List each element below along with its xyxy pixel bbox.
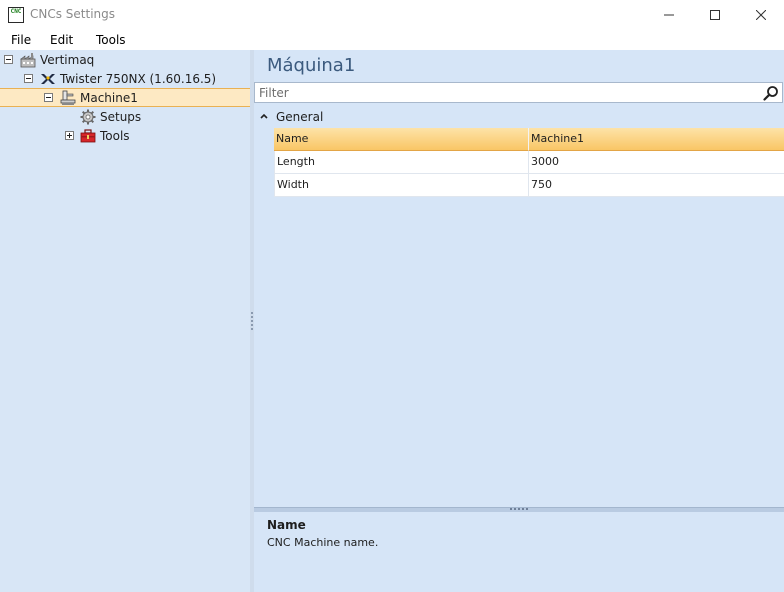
splitter-grip-icon bbox=[510, 508, 528, 511]
filter-input[interactable] bbox=[259, 85, 754, 100]
gear-icon bbox=[80, 109, 96, 125]
grid-row-name[interactable]: Name Machine1 bbox=[254, 128, 784, 151]
close-icon bbox=[756, 10, 766, 20]
collapse-icon[interactable] bbox=[4, 55, 13, 64]
filter-box bbox=[254, 82, 783, 103]
menu-edit[interactable]: Edit bbox=[50, 33, 73, 47]
page-title: Máquina1 bbox=[267, 55, 356, 76]
tree-item-vertimaq[interactable]: Vertimaq bbox=[0, 51, 250, 70]
grid-row-width[interactable]: Width 750 bbox=[254, 174, 784, 197]
machine-icon bbox=[60, 90, 76, 105]
tree-item-label: Setups bbox=[100, 110, 142, 124]
window-title: CNCs Settings bbox=[30, 7, 116, 21]
property-name-cell: Name bbox=[274, 128, 529, 151]
tree-panel: Vertimaq Twister 750NX (1.60.16.5) Machi… bbox=[0, 50, 250, 592]
category-general[interactable]: General bbox=[254, 106, 784, 128]
tree-item-tools[interactable]: Tools bbox=[0, 127, 250, 146]
factory-icon bbox=[20, 53, 36, 68]
toolbox-icon bbox=[80, 129, 96, 143]
row-gutter bbox=[254, 151, 274, 174]
title-bar: CNC CNCs Settings bbox=[0, 0, 784, 30]
tree-item-label: Vertimaq bbox=[40, 53, 95, 67]
cnc-brand-icon bbox=[41, 74, 55, 84]
menu-tools[interactable]: Tools bbox=[96, 33, 126, 47]
splitter-grip-icon bbox=[251, 312, 253, 330]
row-gutter bbox=[254, 174, 274, 197]
tree-item-machine1[interactable]: Machine1 bbox=[0, 88, 250, 107]
chevron-up-icon[interactable] bbox=[259, 111, 269, 121]
help-title: Name bbox=[267, 518, 306, 532]
expand-icon[interactable] bbox=[65, 131, 74, 140]
row-gutter bbox=[254, 128, 274, 151]
minimize-icon bbox=[664, 14, 674, 16]
menu-bar: File Edit Tools bbox=[0, 30, 784, 50]
tree-item-label: Twister 750NX (1.60.16.5) bbox=[60, 72, 217, 86]
collapse-icon[interactable] bbox=[24, 74, 33, 83]
app-icon-text: CNC bbox=[10, 8, 22, 15]
property-name-cell: Length bbox=[274, 151, 529, 174]
property-value-cell[interactable]: 3000 bbox=[529, 151, 784, 174]
minimize-button[interactable] bbox=[646, 0, 692, 30]
collapse-icon[interactable] bbox=[44, 93, 53, 102]
maximize-icon bbox=[710, 10, 720, 20]
property-value-cell[interactable]: Machine1 bbox=[529, 128, 784, 151]
menu-file[interactable]: File bbox=[11, 33, 31, 47]
property-name-cell: Width bbox=[274, 174, 529, 197]
help-description: CNC Machine name. bbox=[267, 536, 379, 549]
tree-item-setups[interactable]: Setups bbox=[0, 108, 250, 127]
tree-item-label: Tools bbox=[100, 129, 130, 143]
tree-item-label: Machine1 bbox=[80, 91, 138, 105]
category-label: General bbox=[276, 110, 324, 124]
maximize-button[interactable] bbox=[692, 0, 738, 30]
tree-item-twister[interactable]: Twister 750NX (1.60.16.5) bbox=[0, 70, 250, 89]
search-icon[interactable] bbox=[763, 85, 779, 101]
close-button[interactable] bbox=[738, 0, 784, 30]
help-panel: Name CNC Machine name. bbox=[254, 512, 784, 592]
app-icon: CNC bbox=[8, 7, 24, 23]
grid-row-length[interactable]: Length 3000 bbox=[254, 151, 784, 174]
property-value-cell[interactable]: 750 bbox=[529, 174, 784, 197]
property-panel: Máquina1 General Name Machine1 Length 30… bbox=[254, 50, 784, 592]
